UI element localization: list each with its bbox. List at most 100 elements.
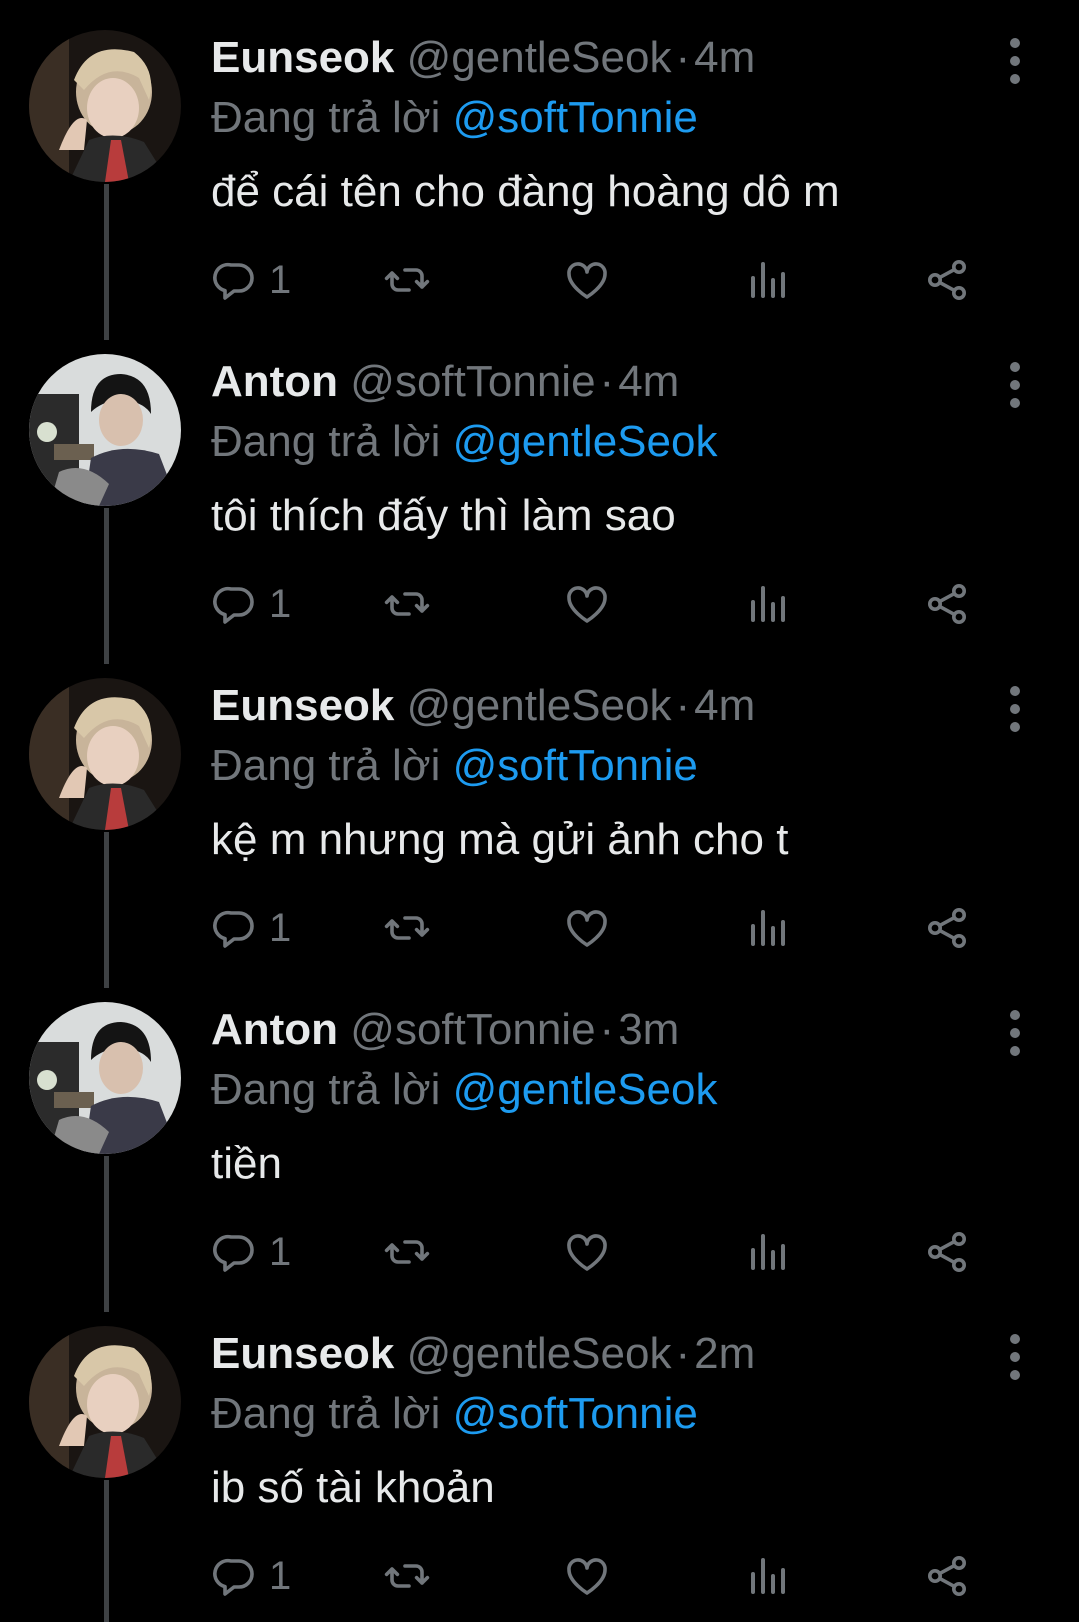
display-name[interactable]: Eunseok: [211, 33, 394, 82]
tweet-text: tiền: [211, 1139, 282, 1188]
reply-button[interactable]: 1: [211, 903, 291, 953]
tweet[interactable]: Eunseok @gentleSeok·4m Đang trả lời @sof…: [0, 648, 1079, 972]
avatar[interactable]: [29, 30, 181, 182]
user-handle[interactable]: @gentleSeok: [407, 1329, 672, 1378]
views-button[interactable]: [743, 1227, 791, 1277]
separator-dot: ·: [675, 1329, 691, 1378]
user-handle[interactable]: @gentleSeok: [407, 681, 672, 730]
tweet-actions: 1: [211, 1227, 1011, 1277]
avatar[interactable]: [29, 1002, 181, 1154]
user-handle[interactable]: @softTonnie: [350, 1005, 595, 1054]
like-icon: [567, 262, 607, 299]
share-button[interactable]: [923, 903, 971, 953]
separator-dot: ·: [675, 33, 691, 82]
user-handle[interactable]: @gentleSeok: [407, 33, 672, 82]
tweet[interactable]: Eunseok @gentleSeok·2m Đang trả lời @sof…: [0, 1296, 1079, 1620]
reply-button[interactable]: 1: [211, 1227, 291, 1277]
views-button[interactable]: [743, 903, 791, 953]
tweet[interactable]: Anton @softTonnie·3m Đang trả lời @gentl…: [0, 972, 1079, 1296]
retweet-button[interactable]: [383, 579, 431, 629]
timestamp[interactable]: 3m: [618, 1005, 679, 1054]
replying-to: Đang trả lời @gentleSeok: [211, 412, 717, 472]
reply-prefix: Đang trả lời: [211, 417, 441, 466]
like-icon: [567, 1234, 607, 1271]
tweet[interactable]: Eunseok @gentleSeok·4m Đang trả lời @sof…: [0, 0, 1079, 324]
like-button[interactable]: [563, 903, 611, 953]
retweet-icon: [384, 1240, 430, 1264]
views-button[interactable]: [743, 255, 791, 305]
mention-link[interactable]: @softTonnie: [453, 93, 698, 142]
tweet-actions: 1: [211, 1551, 1011, 1601]
reply-icon: [213, 910, 254, 948]
tweet[interactable]: Anton @softTonnie·4m Đang trả lời @gentl…: [0, 324, 1079, 648]
views-icon: [751, 262, 785, 298]
replying-to: Đang trả lời @gentleSeok: [211, 1060, 717, 1120]
more-icon[interactable]: [990, 1008, 1040, 1058]
replying-to: Đang trả lời @softTonnie: [211, 1384, 698, 1444]
share-icon: [928, 584, 966, 624]
reply-count: 1: [269, 257, 292, 302]
timestamp[interactable]: 4m: [694, 33, 755, 82]
retweet-icon: [384, 268, 430, 292]
avatar[interactable]: [29, 354, 181, 506]
tweet-text: kệ m nhưng mà gửi ảnh cho t: [211, 815, 789, 864]
share-button[interactable]: [923, 255, 971, 305]
reply-button[interactable]: 1: [211, 1551, 291, 1601]
separator-dot: ·: [599, 1005, 615, 1054]
more-icon[interactable]: [990, 360, 1040, 410]
share-button[interactable]: [923, 1227, 971, 1277]
user-handle[interactable]: @softTonnie: [350, 357, 595, 406]
retweet-button[interactable]: [383, 1227, 431, 1277]
display-name[interactable]: Anton: [211, 357, 338, 406]
more-icon[interactable]: [990, 36, 1040, 86]
tweet-actions: 1: [211, 579, 1011, 629]
tweet-text: ib số tài khoản: [211, 1463, 495, 1512]
avatar[interactable]: [29, 1326, 181, 1478]
timestamp[interactable]: 4m: [618, 357, 679, 406]
avatar[interactable]: [29, 678, 181, 830]
retweet-button[interactable]: [383, 1551, 431, 1601]
timestamp[interactable]: 2m: [694, 1329, 755, 1378]
separator-dot: ·: [675, 681, 691, 730]
views-icon: [751, 1558, 785, 1594]
more-icon[interactable]: [990, 684, 1040, 734]
share-button[interactable]: [923, 1551, 971, 1601]
views-icon: [751, 586, 785, 622]
retweet-button[interactable]: [383, 903, 431, 953]
share-icon: [928, 260, 966, 300]
mention-link[interactable]: @softTonnie: [453, 741, 698, 790]
separator-dot: ·: [599, 357, 615, 406]
share-button[interactable]: [923, 579, 971, 629]
tweet-header: Eunseok @gentleSeok·2m: [211, 1324, 755, 1384]
reply-icon: [213, 262, 254, 300]
views-button[interactable]: [743, 579, 791, 629]
reply-prefix: Đang trả lời: [211, 1389, 441, 1438]
reply-button[interactable]: 1: [211, 579, 291, 629]
tweet-text: để cái tên cho đàng hoàng dô m: [211, 167, 840, 216]
display-name[interactable]: Anton: [211, 1005, 338, 1054]
tweet-actions: 1: [211, 255, 1011, 305]
share-icon: [928, 1556, 966, 1596]
timestamp[interactable]: 4m: [694, 681, 755, 730]
more-icon[interactable]: [990, 1332, 1040, 1382]
retweet-icon: [384, 592, 430, 616]
like-button[interactable]: [563, 579, 611, 629]
eunseok-avatar-image: [29, 678, 181, 830]
like-button[interactable]: [563, 1551, 611, 1601]
like-button[interactable]: [563, 255, 611, 305]
like-icon: [567, 586, 607, 623]
reply-count: 1: [269, 1229, 292, 1274]
reply-button[interactable]: 1: [211, 255, 291, 305]
views-button[interactable]: [743, 1551, 791, 1601]
mention-link[interactable]: @gentleSeok: [453, 417, 718, 466]
like-button[interactable]: [563, 1227, 611, 1277]
display-name[interactable]: Eunseok: [211, 681, 394, 730]
reply-prefix: Đang trả lời: [211, 1065, 441, 1114]
replying-to: Đang trả lời @softTonnie: [211, 88, 698, 148]
retweet-button[interactable]: [383, 255, 431, 305]
eunseok-avatar-image: [29, 1326, 181, 1478]
display-name[interactable]: Eunseok: [211, 1329, 394, 1378]
mention-link[interactable]: @gentleSeok: [453, 1065, 718, 1114]
mention-link[interactable]: @softTonnie: [453, 1389, 698, 1438]
share-icon: [928, 1232, 966, 1272]
